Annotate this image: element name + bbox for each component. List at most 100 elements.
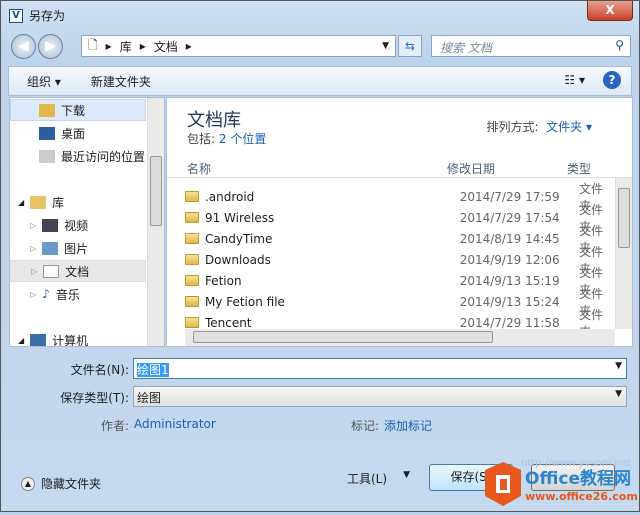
file-name: Downloads bbox=[204, 252, 271, 267]
sidebar-item-label: 最近访问的位置 bbox=[61, 149, 146, 164]
chevron-down-icon[interactable]: ▼ bbox=[615, 389, 622, 399]
file-date: 2014/9/13 15:19 bbox=[459, 273, 560, 288]
file-date: 2014/7/29 17:59 bbox=[459, 189, 560, 204]
file-date: 2014/7/29 11:58 bbox=[459, 315, 560, 330]
sidebar-item-label: 计算机 bbox=[52, 333, 89, 347]
scrollbar-thumb[interactable] bbox=[150, 156, 162, 226]
expand-icon[interactable]: ◢ bbox=[18, 336, 24, 345]
locations-link[interactable]: 2 个位置 bbox=[219, 132, 266, 146]
expand-icon[interactable]: ▷ bbox=[30, 221, 36, 230]
sidebar-item-pictures[interactable]: ▷ 图片 bbox=[10, 237, 146, 259]
video-icon bbox=[42, 218, 59, 232]
folder-icon bbox=[185, 233, 199, 244]
file-list-scrollbar[interactable] bbox=[615, 178, 632, 329]
library-includes: 包括: 2 个位置 bbox=[187, 130, 266, 147]
title-bar: V 另存为 bbox=[9, 7, 65, 24]
hide-folders-button[interactable]: ▲ 隐藏文件夹 bbox=[21, 475, 101, 492]
arrange-label: 排列方式: bbox=[486, 120, 539, 134]
organize-button[interactable]: 组织 ▾ bbox=[27, 73, 61, 90]
file-date: 2014/7/29 17:54 bbox=[459, 210, 560, 225]
svg-text:http://www.yvsom.net: http://www.yvsom.net bbox=[521, 458, 631, 469]
file-date: 2014/8/19 14:45 bbox=[459, 231, 560, 246]
folder-icon bbox=[185, 212, 199, 223]
chevron-icon: ▸ bbox=[139, 39, 146, 53]
navigation-pane: 下载 桌面 最近访问的位置 ◢ 库 ▷ 视频 ▷ 图片 ▷ 文档 ▷ ♪ 音乐 ◢ 计算机 bbox=[9, 97, 165, 347]
arrange-dropdown[interactable]: 文件夹 ▾ bbox=[546, 120, 592, 134]
forward-button[interactable]: ▶ bbox=[38, 34, 63, 59]
sidebar-item-downloads[interactable]: 下载 bbox=[10, 99, 146, 121]
download-folder-icon bbox=[39, 103, 55, 117]
view-options-button[interactable]: ☷ ▾ bbox=[564, 73, 585, 87]
file-list-pane: 文档库 包括: 2 个位置 排列方式: 文件夹 ▾ 名称 修改日期 类型 .an… bbox=[166, 97, 633, 347]
document-icon: 🗋 bbox=[88, 37, 98, 52]
file-name: .android bbox=[204, 189, 255, 204]
scrollbar-thumb[interactable] bbox=[618, 188, 630, 248]
column-type[interactable]: 类型 bbox=[567, 160, 591, 177]
sidebar-item-desktop[interactable]: 桌面 bbox=[10, 122, 146, 144]
document-icon bbox=[43, 264, 60, 278]
expand-icon[interactable]: ▷ bbox=[30, 290, 36, 299]
sidebar-item-label: 视频 bbox=[64, 218, 89, 233]
expand-icon[interactable]: ▷ bbox=[30, 244, 36, 253]
office-watermark-logo: http://www.yvsom.net Office教程网 www.offic… bbox=[481, 456, 640, 515]
computer-icon bbox=[30, 333, 47, 346]
file-name: 91 Wireless bbox=[204, 210, 275, 225]
expand-icon[interactable]: ▷ bbox=[31, 267, 37, 276]
folder-icon bbox=[185, 296, 199, 307]
filename-input[interactable]: 绘图1 ▼ bbox=[133, 358, 627, 379]
file-row[interactable]: .android 2014/7/29 17:59 文件夹 bbox=[185, 182, 615, 213]
expand-icon[interactable]: ◢ bbox=[18, 198, 24, 207]
music-icon: ♪ bbox=[42, 287, 50, 301]
sidebar-item-label: 文档 bbox=[65, 264, 90, 279]
horizontal-scrollbar[interactable] bbox=[185, 329, 615, 346]
add-tag-link[interactable]: 添加标记 bbox=[384, 417, 432, 434]
save-type-select[interactable]: 绘图 ▼ bbox=[133, 386, 627, 407]
sidebar-item-library[interactable]: ◢ 库 bbox=[10, 191, 146, 213]
tools-button[interactable]: 工具(L) ▼ bbox=[347, 470, 410, 487]
sidebar-item-recent[interactable]: 最近访问的位置 bbox=[10, 145, 146, 167]
sidebar-item-label: 图片 bbox=[64, 241, 89, 256]
chevron-down-icon: ▼ bbox=[403, 470, 410, 480]
author-value[interactable]: Administrator bbox=[134, 417, 216, 431]
chevron-down-icon[interactable]: ▼ bbox=[615, 361, 622, 371]
breadcrumb-library[interactable]: 库 bbox=[120, 38, 132, 55]
file-row[interactable]: Fetion 2014/9/13 15:19 文件夹 bbox=[185, 266, 615, 297]
folder-icon bbox=[185, 254, 199, 265]
scrollbar-thumb[interactable] bbox=[193, 331, 493, 343]
tags-label: 标记: bbox=[350, 419, 379, 433]
sidebar-item-music[interactable]: ▷ ♪ 音乐 bbox=[10, 283, 146, 305]
library-icon bbox=[30, 195, 47, 209]
sidebar-item-label: 库 bbox=[52, 195, 65, 210]
sidebar-item-documents[interactable]: ▷ 文档 bbox=[10, 260, 146, 282]
file-row[interactable]: 91 Wireless 2014/7/29 17:54 文件夹 bbox=[185, 203, 615, 234]
search-icon: ⚲ bbox=[615, 38, 624, 52]
sidebar-scrollbar[interactable] bbox=[147, 98, 164, 346]
save-type-label: 保存类型(T): bbox=[60, 391, 129, 405]
sidebar-item-computer[interactable]: ◢ 计算机 bbox=[10, 329, 146, 347]
recent-places-icon bbox=[39, 149, 55, 163]
address-dropdown-icon[interactable]: ▼ bbox=[382, 41, 389, 51]
column-name[interactable]: 名称 bbox=[187, 160, 211, 177]
file-row[interactable]: CandyTime 2014/8/19 14:45 文件夹 bbox=[185, 224, 615, 255]
filename-value: 绘图1 bbox=[137, 363, 169, 377]
svg-text:www.office26.com: www.office26.com bbox=[525, 490, 638, 503]
sidebar-item-label: 下载 bbox=[61, 103, 86, 118]
file-name: CandyTime bbox=[204, 231, 273, 246]
file-row[interactable]: Downloads 2014/9/19 12:06 文件夹 bbox=[185, 245, 615, 276]
refresh-button[interactable]: ⇆ bbox=[398, 35, 422, 57]
back-button[interactable]: ◀ bbox=[11, 34, 36, 59]
column-date[interactable]: 修改日期 bbox=[447, 160, 495, 177]
address-bar[interactable]: 🗋 ▸ 库 ▸ 文档 ▸ ▼ bbox=[81, 35, 396, 57]
save-as-dialog: V 另存为 X ◀ ▶ 🗋 ▸ 库 ▸ 文档 ▸ ▼ ⇆ 搜索 文档 ⚲ 组织 … bbox=[0, 0, 640, 512]
help-icon[interactable]: ? bbox=[603, 71, 621, 89]
breadcrumb-documents[interactable]: 文档 bbox=[154, 38, 178, 55]
chevron-icon: ▸ bbox=[105, 39, 112, 53]
sidebar-item-video[interactable]: ▷ 视频 bbox=[10, 214, 146, 236]
file-row[interactable]: My Fetion file 2014/9/13 15:24 文件夹 bbox=[185, 287, 615, 318]
search-input[interactable]: 搜索 文档 ⚲ bbox=[431, 35, 631, 57]
file-name: Tencent bbox=[204, 315, 252, 330]
new-folder-button[interactable]: 新建文件夹 bbox=[91, 73, 151, 90]
tools-label: 工具(L) bbox=[347, 472, 388, 486]
window-title: 另存为 bbox=[29, 9, 66, 23]
close-button[interactable]: X bbox=[587, 1, 633, 21]
